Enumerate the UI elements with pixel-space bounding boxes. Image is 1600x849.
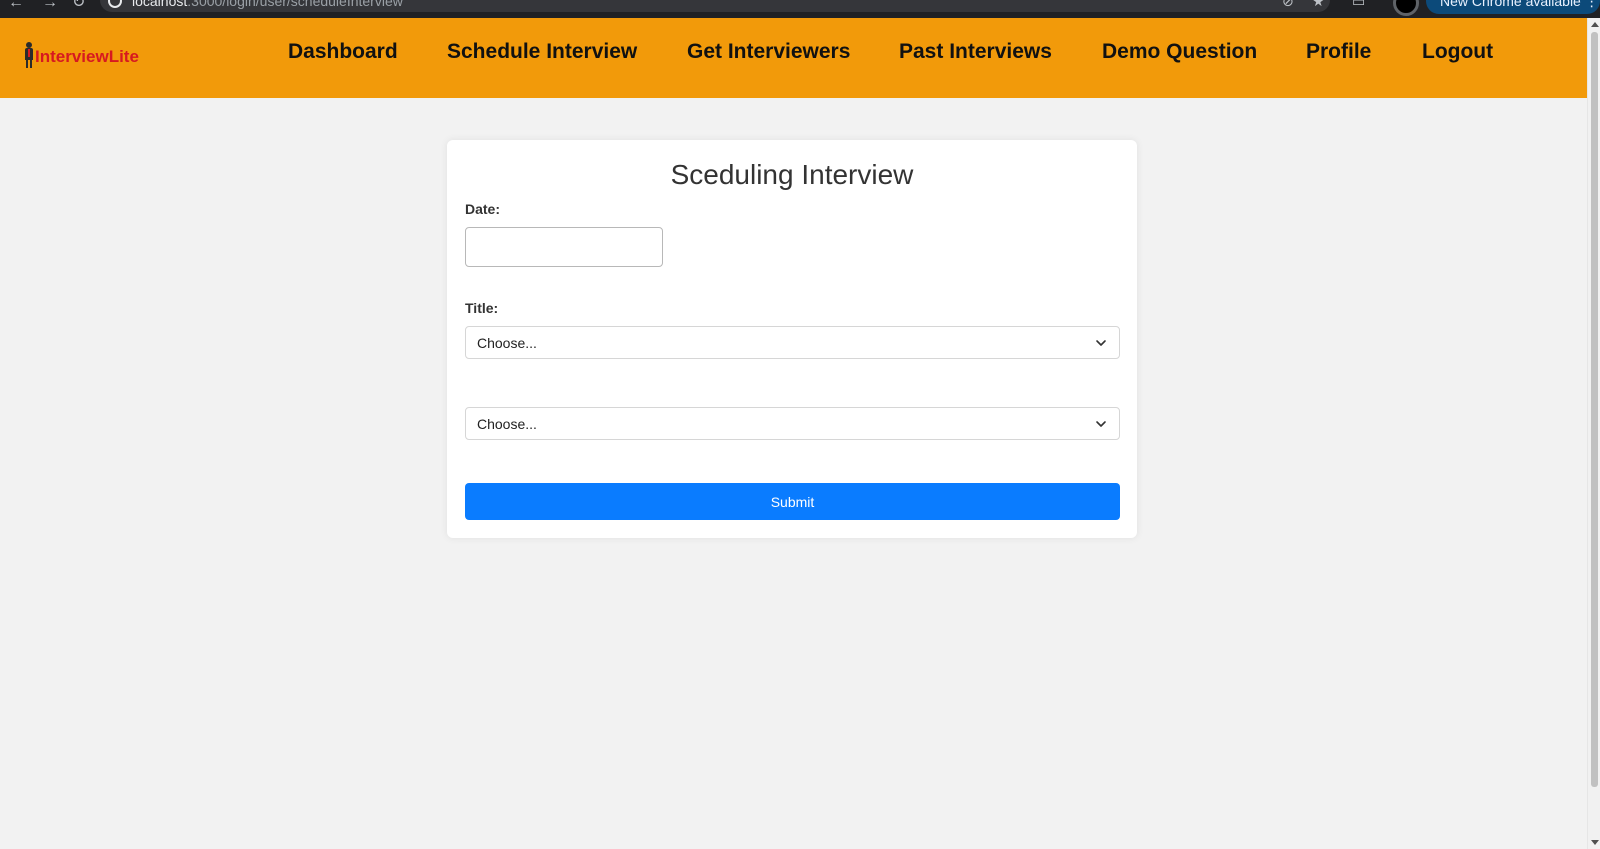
nav-past-interviews[interactable]: Past Interviews [899, 39, 1052, 65]
forward-arrow-icon[interactable]: → [42, 0, 58, 12]
second-select-value: Choose... [477, 416, 537, 432]
title-label: Title: [465, 300, 499, 316]
bookmark-star-icon[interactable]: ★ [1312, 0, 1325, 10]
nav-demo-question[interactable]: Demo Question [1102, 39, 1257, 65]
app-logo[interactable]: InterviewLite [24, 38, 139, 68]
reload-icon[interactable]: ↻ [72, 0, 85, 12]
chrome-update-label: New Chrome available [1440, 0, 1581, 9]
back-arrow-icon[interactable]: ← [8, 0, 24, 12]
nav-dashboard[interactable]: Dashboard [288, 39, 398, 65]
profile-avatar[interactable] [1393, 0, 1419, 16]
translate-icon[interactable]: ⊘ [1282, 0, 1294, 10]
date-label: Date: [465, 201, 501, 217]
browser-toolbar: ← → ↻ localhost:3000/login/user/schedule… [0, 0, 1600, 18]
scroll-up-icon[interactable] [1591, 22, 1599, 27]
chrome-update-button[interactable]: New Chrome available ⋮ [1426, 0, 1600, 14]
logo-text: InterviewLite [35, 47, 139, 66]
title-select-value: Choose... [477, 335, 537, 351]
nav-schedule-interview[interactable]: Schedule Interview [447, 39, 637, 65]
nav-profile[interactable]: Profile [1306, 39, 1371, 65]
interviewer-figure-icon [24, 42, 34, 68]
scrollbar-thumb[interactable] [1591, 32, 1598, 787]
schedule-form-card: Sceduling Interview Date: Title: Choose.… [447, 140, 1137, 538]
downloads-icon[interactable]: ▭ [1352, 0, 1365, 10]
title-select[interactable]: Choose... [465, 326, 1120, 359]
form-title: Sceduling Interview [670, 159, 914, 190]
nav-logout[interactable]: Logout [1422, 39, 1493, 65]
chevron-down-icon [1096, 340, 1106, 346]
nav-get-interviewers[interactable]: Get Interviewers [687, 39, 850, 65]
top-navbar: InterviewLite Dashboard Schedule Intervi… [0, 18, 1587, 98]
url-text: localhost:3000/login/user/scheduleInterv… [132, 0, 403, 9]
chevron-down-icon [1096, 421, 1106, 427]
page-scrollbar[interactable] [1587, 18, 1600, 849]
date-input[interactable] [465, 227, 663, 267]
second-select[interactable]: Choose... [465, 407, 1120, 440]
submit-button[interactable]: Submit [465, 483, 1120, 520]
scroll-down-icon[interactable] [1591, 840, 1599, 845]
